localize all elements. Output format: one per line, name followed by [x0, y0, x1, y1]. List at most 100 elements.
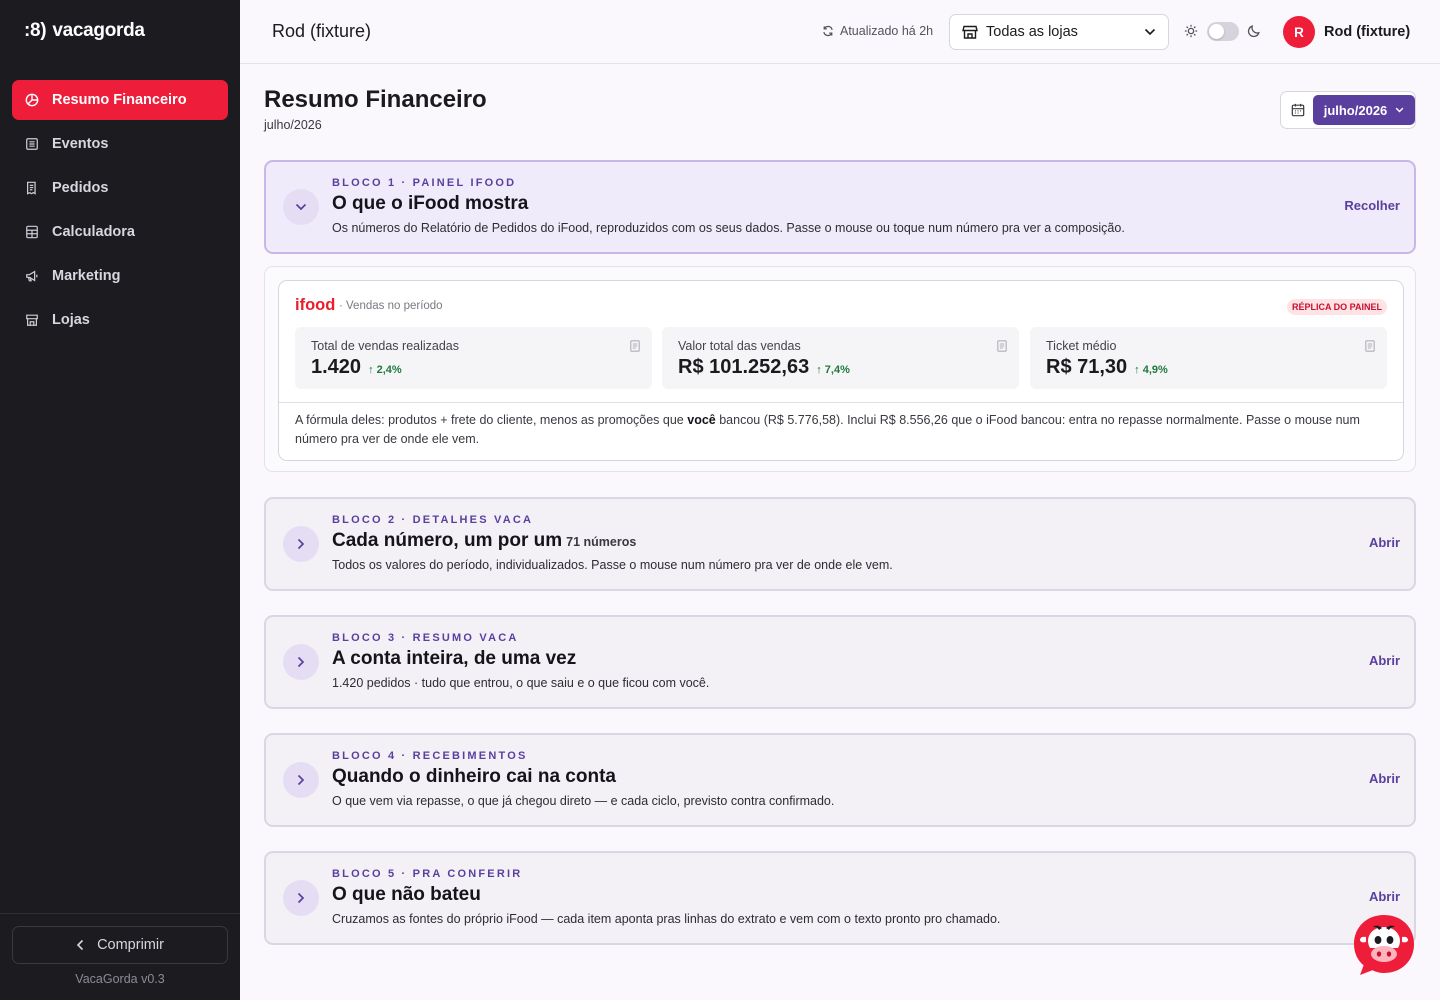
- block-title: Cada número, um por um 71 números: [332, 530, 636, 552]
- account-title: Rod (fixture): [272, 21, 372, 41]
- collapse-label: Comprimir: [97, 937, 164, 953]
- ifood-panel: ifood · Vendas no período RÉPLICA DO PAI…: [278, 280, 1404, 461]
- expand-block-button[interactable]: [283, 762, 319, 798]
- sidebar-item-resumo-financeiro[interactable]: Resumo Financeiro: [12, 80, 228, 120]
- open-link[interactable]: Abrir: [1369, 535, 1400, 550]
- block-detalhes-vaca: BLOCO 2 · DETALHES VACA Cada número, um …: [264, 497, 1416, 591]
- chevron-right-icon: [297, 892, 305, 904]
- block-title-text: A conta inteira, de uma vez: [332, 648, 577, 669]
- expand-block-button[interactable]: [283, 880, 319, 916]
- block-pra-conferir: BLOCO 5 · PRA CONFERIR O que não bateu C…: [264, 851, 1416, 945]
- sidebar-item-label: Marketing: [52, 268, 121, 284]
- block-eyebrow: BLOCO 2 · DETALHES VACA: [332, 514, 534, 526]
- period-select-button[interactable]: julho/2026: [1313, 95, 1415, 125]
- metric-value-text: R$ 101.252,63: [678, 356, 810, 378]
- ifood-panel-container: ifood · Vendas no período RÉPLICA DO PAI…: [264, 266, 1416, 472]
- page-title: Resumo Financeiro: [264, 86, 487, 113]
- period-picker: julho/2026: [1280, 91, 1416, 129]
- block-title-text: O que não bateu: [332, 884, 481, 905]
- store-select-value: Todas as lojas: [986, 24, 1078, 40]
- block-title-text: Quando o dinheiro cai na conta: [332, 766, 616, 787]
- sidebar-item-marketing[interactable]: Marketing: [12, 256, 228, 296]
- metric-card[interactable]: Total de vendas realizadas 1.420 ↑ 2,4%: [295, 327, 652, 389]
- metric-label: Ticket médio: [1046, 339, 1117, 353]
- formula-note-emphasis: você: [687, 413, 716, 427]
- period-value: julho/2026: [1323, 102, 1388, 118]
- megaphone-icon: [26, 270, 38, 282]
- document-icon[interactable]: [1365, 340, 1375, 352]
- sidebar-item-lojas[interactable]: Lojas: [12, 300, 228, 340]
- last-updated[interactable]: Atualizado há 2h: [822, 24, 933, 38]
- sidebar-item-label: Resumo Financeiro: [52, 92, 187, 108]
- block-count: 71 números: [566, 535, 637, 549]
- collapse-link[interactable]: Recolher: [1344, 198, 1400, 213]
- sidebar-item-eventos[interactable]: Eventos: [12, 124, 228, 164]
- open-link[interactable]: Abrir: [1369, 653, 1400, 668]
- calculator-icon: [26, 225, 38, 239]
- sun-icon: [1184, 24, 1198, 38]
- metric-value-text: 1.420: [311, 356, 362, 378]
- expand-block-button[interactable]: [283, 526, 319, 562]
- app-logo[interactable]: :8) vacagorda: [24, 20, 145, 42]
- block-eyebrow: BLOCO 1 · PAINEL IFOOD: [332, 177, 517, 189]
- chevron-down-icon: [1395, 107, 1404, 113]
- user-name: Rod (fixture): [1324, 24, 1411, 40]
- logo-mark: :8): [24, 20, 47, 41]
- metric-value: 1.420 ↑ 2,4%: [311, 356, 402, 379]
- moon-icon: [1247, 25, 1260, 38]
- block-eyebrow: BLOCO 5 · PRA CONFERIR: [332, 868, 523, 880]
- block-description: 1.420 pedidos · tudo que entrou, o que s…: [332, 676, 710, 690]
- formula-note: A fórmula deles: produtos + frete do cli…: [295, 411, 1395, 449]
- page-subtitle: julho/2026: [264, 118, 322, 132]
- theme-toggle-knob: [1209, 24, 1224, 39]
- chevron-down-icon: [295, 203, 307, 211]
- sidebar-item-pedidos[interactable]: Pedidos: [12, 168, 228, 208]
- sidebar-item-calculadora[interactable]: Calculadora: [12, 212, 228, 252]
- metric-value: R$ 101.252,63 ↑ 7,4%: [678, 356, 850, 379]
- sidebar-item-label: Lojas: [52, 312, 90, 328]
- logo-text: vacagorda: [52, 20, 145, 41]
- metric-value-text: R$ 71,30: [1046, 356, 1128, 378]
- block-description: Cruzamos as fontes do próprio iFood — ca…: [332, 912, 1001, 926]
- open-link[interactable]: Abrir: [1369, 771, 1400, 786]
- sidebar-item-label: Eventos: [52, 136, 109, 152]
- block-description: Todos os valores do período, individuali…: [332, 558, 893, 572]
- metric-delta: ↑ 2,4%: [368, 364, 402, 376]
- cow-chat-icon: [1354, 915, 1414, 975]
- block-title: O que não bateu: [332, 884, 481, 906]
- user-menu[interactable]: R Rod (fixture): [1283, 16, 1410, 48]
- avatar: R: [1283, 16, 1315, 48]
- chevron-down-icon: [1144, 28, 1156, 36]
- block-painel-ifood: BLOCO 1 · PAINEL IFOOD O que o iFood mos…: [264, 160, 1416, 254]
- block-title-text: O que o iFood mostra: [332, 193, 529, 214]
- sidebar-item-label: Pedidos: [52, 180, 109, 196]
- block-recebimentos: BLOCO 4 · RECEBIMENTOS Quando o dinheiro…: [264, 733, 1416, 827]
- panel-divider: [279, 402, 1403, 403]
- replica-badge: RÉPLICA DO PAINEL: [1286, 299, 1387, 315]
- document-icon[interactable]: [630, 340, 640, 352]
- last-updated-text: Atualizado há 2h: [840, 24, 934, 38]
- block-title: A conta inteira, de uma vez: [332, 648, 576, 670]
- chat-assistant-button[interactable]: [1352, 913, 1416, 977]
- sidebar-item-label: Calculadora: [52, 224, 135, 240]
- store-select[interactable]: Todas as lojas: [949, 14, 1169, 50]
- receipt-icon: [27, 181, 36, 195]
- block-resumo-vaca: BLOCO 3 · RESUMO VACA A conta inteira, d…: [264, 615, 1416, 709]
- panel-subtitle: · Vendas no período: [339, 300, 443, 312]
- sidebar: :8) vacagorda Resumo Financeiro Eventos …: [0, 0, 240, 1000]
- theme-toggle[interactable]: [1207, 22, 1239, 41]
- block-description: O que vem via repasse, o que já chegou d…: [332, 794, 835, 808]
- chevron-right-icon: [297, 538, 305, 550]
- metric-delta: ↑ 7,4%: [816, 364, 850, 376]
- expand-block-button[interactable]: [283, 644, 319, 680]
- calendar-icon[interactable]: [1291, 103, 1305, 117]
- open-link[interactable]: Abrir: [1369, 889, 1400, 904]
- metric-card[interactable]: Valor total das vendas R$ 101.252,63 ↑ 7,…: [662, 327, 1019, 389]
- metric-card[interactable]: Ticket médio R$ 71,30 ↑ 4,9%: [1030, 327, 1387, 389]
- collapse-block-button[interactable]: [283, 189, 319, 225]
- block-title: Quando o dinheiro cai na conta: [332, 766, 616, 788]
- list-icon: [26, 138, 38, 150]
- collapse-sidebar-button[interactable]: Comprimir: [12, 926, 228, 964]
- document-icon[interactable]: [997, 340, 1007, 352]
- top-bar: Rod (fixture) Atualizado há 2h Todas as …: [240, 0, 1440, 64]
